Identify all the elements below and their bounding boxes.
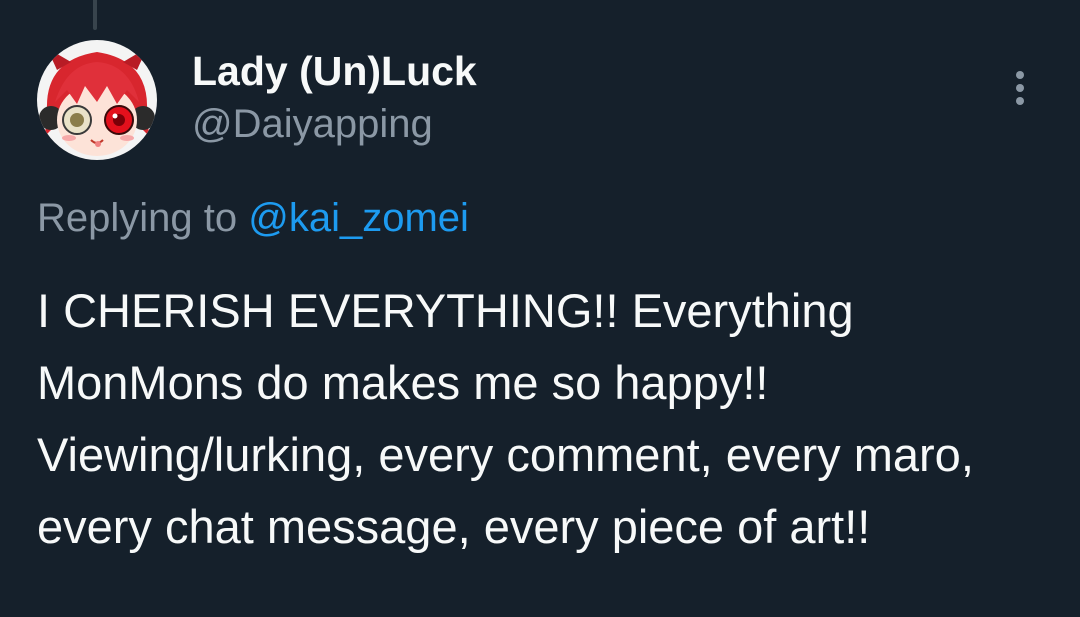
avatar-image bbox=[37, 40, 157, 160]
avatar[interactable] bbox=[37, 40, 157, 160]
more-vertical-icon bbox=[1016, 71, 1024, 79]
more-vertical-icon-dot bbox=[1016, 84, 1024, 92]
more-options-button[interactable] bbox=[1004, 64, 1036, 112]
replying-to-label: Replying to bbox=[37, 196, 249, 240]
tweet-text: I CHERISH EVERYTHING!! Everything MonMon… bbox=[37, 284, 974, 553]
user-handle[interactable]: @Daiyapping bbox=[192, 101, 433, 147]
display-name[interactable]: Lady (Un)Luck bbox=[192, 48, 477, 94]
replying-to-mention-link[interactable]: @kai_zomei bbox=[248, 196, 469, 240]
replying-to-line: Replying to @kai_zomei bbox=[37, 194, 469, 242]
more-vertical-icon-dot bbox=[1016, 97, 1024, 105]
thread-connector-line bbox=[93, 0, 97, 30]
